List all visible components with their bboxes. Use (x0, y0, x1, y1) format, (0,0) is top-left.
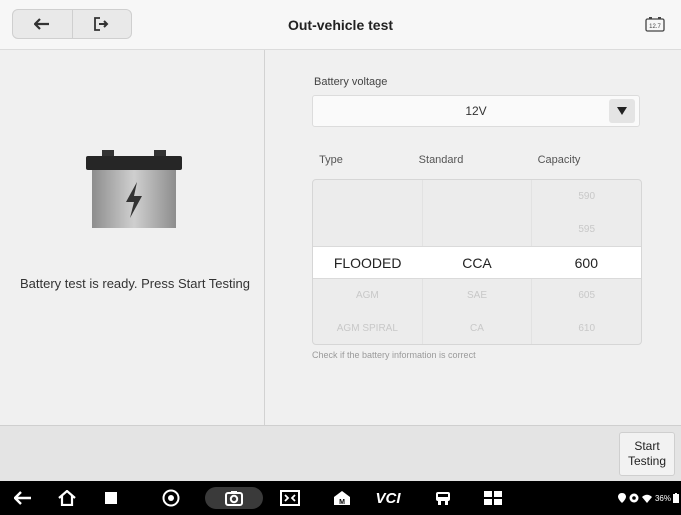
picker-capacity-cell: 605 (531, 279, 641, 312)
selected-type: FLOODED (333, 255, 402, 271)
picker-type-cell: AGM (355, 290, 379, 301)
voltage-select[interactable]: 12V (312, 95, 640, 127)
battery-info-hint: Check if the battery information is corr… (312, 350, 476, 360)
picker-standard-cell: CA (421, 312, 532, 344)
dropdown-arrow-icon[interactable] (609, 99, 635, 123)
chrome-browser-icon[interactable] (156, 481, 186, 515)
picker-standard-cell (421, 213, 532, 246)
picker-standard-cell: SAE (421, 279, 532, 312)
back-button[interactable] (13, 10, 72, 38)
selected-standard: CCA (462, 255, 492, 271)
selected-capacity: 600 (574, 255, 598, 271)
car-battery-icon (86, 150, 182, 228)
voltage-value: 12V (465, 104, 487, 118)
battery-type-picker[interactable]: 590 595 FLOODED CCA 600 AGM SAE 605 AGM … (312, 179, 642, 345)
system-nav-bar: M VCI 36% (0, 481, 681, 515)
vci-icon[interactable]: VCI (368, 481, 408, 515)
data-manager-icon[interactable] (478, 481, 508, 515)
voltage-label: Battery voltage (314, 76, 388, 88)
svg-text:M: M (339, 499, 345, 506)
maxifix-icon[interactable]: M (327, 481, 357, 515)
camera-icon[interactable] (219, 481, 249, 515)
col-standard-header: Standard (418, 154, 464, 166)
exit-button[interactable] (71, 10, 132, 38)
settings-icon (629, 493, 639, 503)
top-bar: Out-vehicle test 12.7 (0, 0, 681, 50)
screen-mirror-icon[interactable] (275, 481, 305, 515)
start-testing-button[interactable]: Start Testing (619, 432, 675, 476)
picker-capacity-cell: 595 (531, 213, 641, 246)
recent-apps-icon[interactable] (96, 481, 126, 515)
picker-capacity-cell: 590 (531, 180, 641, 213)
picker-row[interactable]: AGM SAE 605 (313, 279, 641, 312)
col-type-header: Type (319, 154, 343, 166)
exit-icon (93, 17, 109, 31)
picker-type-cell (313, 213, 422, 246)
wifi-icon (641, 494, 652, 503)
battery-status-icon: 12.7 (645, 17, 665, 32)
nav-button-group (12, 9, 132, 39)
left-panel: Battery test is ready. Press Start Testi… (0, 50, 265, 425)
picker-row[interactable]: AGM SPIRAL CA 610 (313, 312, 641, 344)
page-title: Out-vehicle test (287, 17, 394, 33)
picker-type-cell (313, 180, 422, 213)
picker-capacity-cell: 610 (531, 312, 641, 344)
system-back-icon[interactable] (8, 481, 38, 515)
status-tray: 36% (617, 481, 679, 515)
picker-standard-cell (421, 180, 532, 213)
device-battery-icon (673, 493, 679, 503)
picker-row[interactable]: 590 (313, 180, 641, 213)
picker-type-cell: AGM SPIRAL (336, 323, 398, 334)
ready-status-text: Battery test is ready. Press Start Testi… (20, 276, 251, 291)
col-capacity-header: Capacity (537, 154, 581, 166)
location-icon (617, 493, 626, 503)
action-bar: Start Testing (0, 425, 681, 481)
picker-selected-row[interactable]: FLOODED CCA 600 (313, 246, 641, 279)
right-panel: Battery voltage 12V Type Standard Capaci… (266, 50, 681, 425)
battery-percent: 36% (654, 493, 671, 503)
picker-row[interactable]: 595 (313, 213, 641, 246)
back-arrow-icon (34, 18, 50, 30)
vehicle-icon[interactable] (428, 481, 458, 515)
home-icon[interactable] (52, 481, 82, 515)
svg-text:12.7: 12.7 (649, 24, 661, 30)
